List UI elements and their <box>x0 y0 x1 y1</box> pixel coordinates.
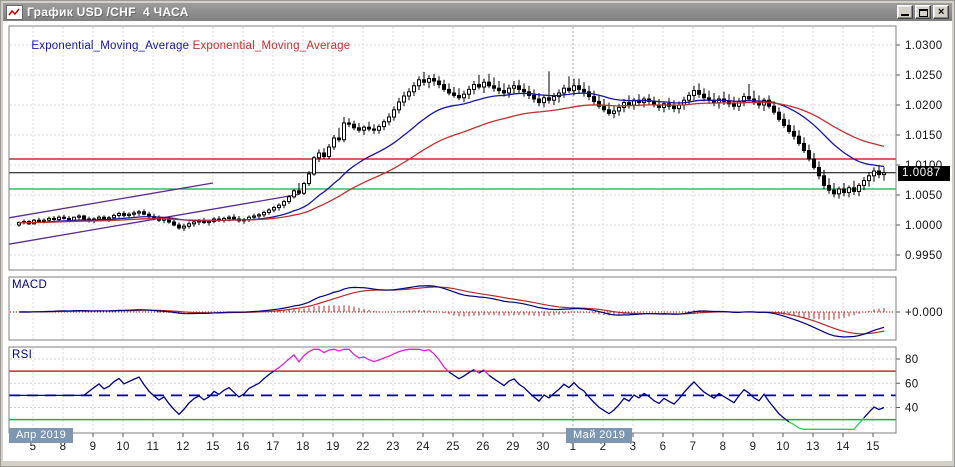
svg-text:9: 9 <box>750 441 757 453</box>
svg-text:80: 80 <box>905 354 919 366</box>
month-box-april: Апр 2019 <box>9 428 73 443</box>
macd-panel-label: MACD <box>12 279 47 291</box>
svg-text:17: 17 <box>266 441 280 453</box>
svg-text:0.9950: 0.9950 <box>905 250 943 262</box>
chart-canvas[interactable]: 1.03001.02501.02001.01501.01001.00501.00… <box>3 21 954 463</box>
app-window: График USD /CHF 4 ЧАСА × 1.0300 1.0250 1.0… <box>0 0 955 467</box>
svg-text:19: 19 <box>326 441 340 453</box>
mini-chart-glyph <box>8 7 21 18</box>
maximize-button[interactable] <box>915 5 931 19</box>
month-box-may: Май 2019 <box>566 428 632 443</box>
svg-text:16: 16 <box>236 441 250 453</box>
svg-text:8: 8 <box>720 441 727 453</box>
svg-text:1.0050: 1.0050 <box>905 190 943 202</box>
maximize-icon <box>919 9 928 17</box>
svg-text:24: 24 <box>416 441 430 453</box>
svg-text:1.0250: 1.0250 <box>905 70 943 82</box>
current-price-badge: 1.0087 <box>898 166 950 181</box>
svg-text:15: 15 <box>866 441 880 453</box>
window-controls: × <box>897 5 952 19</box>
svg-text:29: 29 <box>506 441 520 453</box>
minimize-button[interactable] <box>897 5 913 19</box>
svg-text:30: 30 <box>536 441 550 453</box>
svg-text:1.0200: 1.0200 <box>905 100 943 112</box>
svg-text:10: 10 <box>776 441 790 453</box>
svg-text:1.0000: 1.0000 <box>905 220 943 232</box>
svg-text:13: 13 <box>806 441 820 453</box>
svg-text:26: 26 <box>476 441 490 453</box>
svg-text:22: 22 <box>356 441 370 453</box>
svg-text:10: 10 <box>116 441 130 453</box>
svg-text:1.0300: 1.0300 <box>905 40 943 52</box>
indicator-legend: Exponential_Moving_Average Exponential_M… <box>11 28 350 64</box>
price-axis: 1.03001.02501.02001.01501.01001.00501.00… <box>896 40 943 415</box>
legend-ema-fast: Exponential_Moving_Average <box>31 40 189 52</box>
svg-text:25: 25 <box>446 441 460 453</box>
svg-text:7: 7 <box>690 441 697 453</box>
chart-window-icon <box>6 5 23 20</box>
svg-text:15: 15 <box>206 441 220 453</box>
chart-content: 1.03001.02501.02001.01501.01001.00501.00… <box>3 21 952 461</box>
time-axis: 5891011121516171819222324252629301236789… <box>30 433 880 453</box>
close-icon: × <box>938 6 944 18</box>
svg-text:6: 6 <box>660 441 667 453</box>
rsi-panel-label: RSI <box>12 349 32 361</box>
svg-text:60: 60 <box>905 378 919 390</box>
window-title: График USD /CHF 4 ЧАСА <box>27 5 189 19</box>
close-button[interactable]: × <box>933 5 949 19</box>
svg-text:+0.000: +0.000 <box>905 307 943 319</box>
svg-text:12: 12 <box>176 441 190 453</box>
minimize-icon <box>901 14 909 16</box>
svg-text:9: 9 <box>90 441 97 453</box>
svg-text:14: 14 <box>836 441 850 453</box>
svg-text:1.0150: 1.0150 <box>905 130 943 142</box>
legend-ema-slow: Exponential_Moving_Average <box>193 40 351 52</box>
svg-text:11: 11 <box>147 441 160 453</box>
svg-text:18: 18 <box>296 441 310 453</box>
title-bar[interactable]: График USD /CHF 4 ЧАСА × <box>3 3 952 21</box>
svg-text:40: 40 <box>905 403 919 415</box>
svg-text:23: 23 <box>386 441 400 453</box>
